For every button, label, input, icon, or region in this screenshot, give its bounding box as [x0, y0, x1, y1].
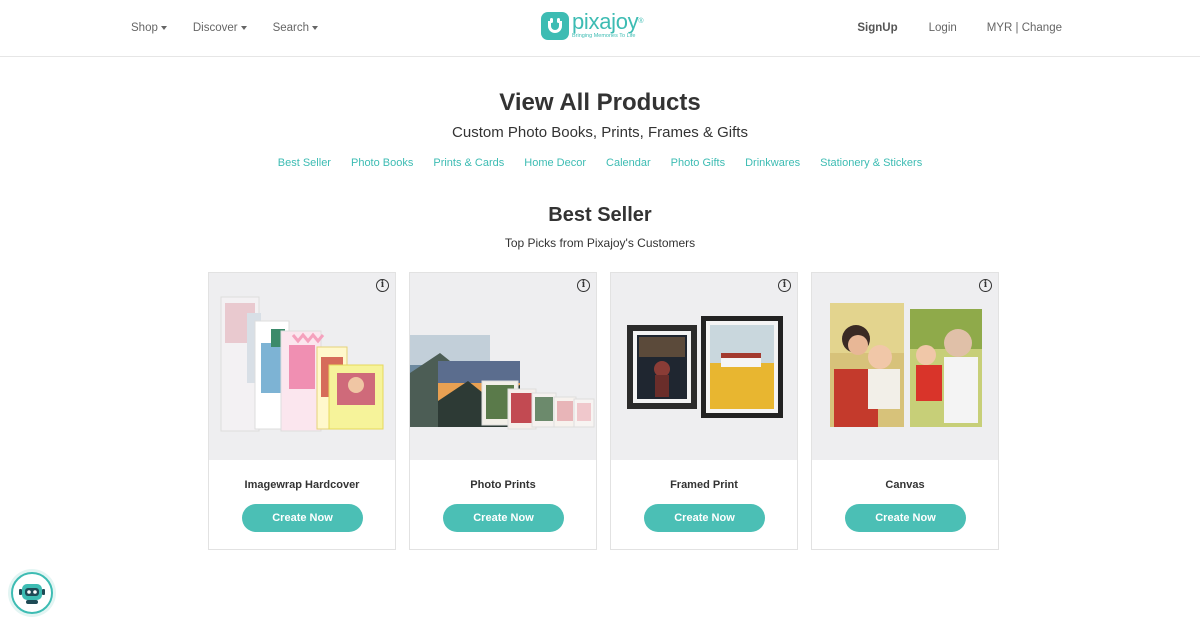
logo-tagline: Bringing Memories To Life	[572, 33, 636, 39]
logo-smile-icon	[541, 12, 569, 40]
product-image-canvas[interactable]: i	[812, 273, 998, 460]
product-card[interactable]: i Photo Prints Create Now	[409, 272, 597, 550]
signup-link[interactable]: SignUp	[857, 22, 897, 34]
chat-widget-button[interactable]	[11, 572, 53, 614]
nav-right: SignUp Login MYR | Change	[857, 0, 1062, 56]
currency-change-link[interactable]: MYR | Change	[987, 22, 1062, 34]
page-subtitle: Custom Photo Books, Prints, Frames & Gif…	[452, 124, 748, 141]
create-now-button[interactable]: Create Now	[242, 504, 363, 532]
nav-shop-label: Shop	[131, 22, 158, 34]
category-link-photo-gifts[interactable]: Photo Gifts	[671, 157, 725, 169]
product-card[interactable]: i Canvas Create Now	[811, 272, 999, 550]
nav-discover-label: Discover	[192, 22, 238, 34]
category-link-drinkwares[interactable]: Drinkwares	[745, 157, 800, 169]
category-link-photo-books[interactable]: Photo Books	[351, 157, 413, 169]
info-icon[interactable]: i	[376, 279, 389, 292]
info-icon[interactable]: i	[778, 279, 791, 292]
product-name: Framed Print	[670, 479, 738, 491]
category-link-calendar[interactable]: Calendar	[606, 157, 651, 169]
nav-search-dropdown[interactable]: Search	[272, 22, 319, 34]
caret-down-icon	[312, 26, 319, 30]
robot-chat-icon	[19, 584, 45, 604]
product-image-framed-print[interactable]: i	[611, 273, 797, 460]
category-link-home-decor[interactable]: Home Decor	[524, 157, 586, 169]
section-subtitle: Top Picks from Pixajoy's Customers	[504, 236, 696, 250]
page-title: View All Products	[499, 89, 701, 116]
nav-discover-dropdown[interactable]: Discover	[193, 22, 247, 34]
caret-down-icon	[240, 26, 247, 30]
create-now-button[interactable]: Create Now	[443, 504, 564, 532]
product-image-imagewrap-hardcover[interactable]: i	[209, 273, 395, 460]
category-link-best-seller[interactable]: Best Seller	[278, 157, 331, 169]
product-card[interactable]: i Framed Print Create Now	[610, 272, 798, 550]
product-grid: i Imagewrap Hardcover Create Now i Photo…	[208, 272, 999, 550]
category-link-stationery-stickers[interactable]: Stationery & Stickers	[820, 157, 922, 169]
site-logo[interactable]: pixajoy® Bringing Memories To Life	[541, 9, 644, 40]
nav-search-label: Search	[272, 22, 310, 34]
info-icon[interactable]: i	[979, 279, 992, 292]
create-now-button[interactable]: Create Now	[845, 504, 966, 532]
product-card[interactable]: i Imagewrap Hardcover Create Now	[208, 272, 396, 550]
logo-registered-mark: ®	[638, 18, 644, 25]
login-link[interactable]: Login	[929, 22, 957, 34]
product-name: Canvas	[885, 479, 925, 491]
logo-name: pixajoy	[572, 9, 639, 34]
info-icon[interactable]: i	[577, 279, 590, 292]
caret-down-icon	[160, 26, 167, 30]
nav-left: Shop Discover Search	[131, 0, 344, 56]
section-title: Best Seller	[548, 204, 652, 226]
product-name: Photo Prints	[470, 479, 536, 491]
category-nav: Best Seller Photo Books Prints & Cards H…	[0, 157, 1200, 169]
category-link-prints-cards[interactable]: Prints & Cards	[433, 157, 504, 169]
top-header: Shop Discover Search pixajoy® Bringing M…	[0, 0, 1200, 57]
create-now-button[interactable]: Create Now	[644, 504, 765, 532]
product-image-photo-prints[interactable]: i	[410, 273, 596, 460]
nav-shop-dropdown[interactable]: Shop	[131, 22, 167, 34]
product-name: Imagewrap Hardcover	[244, 479, 360, 491]
